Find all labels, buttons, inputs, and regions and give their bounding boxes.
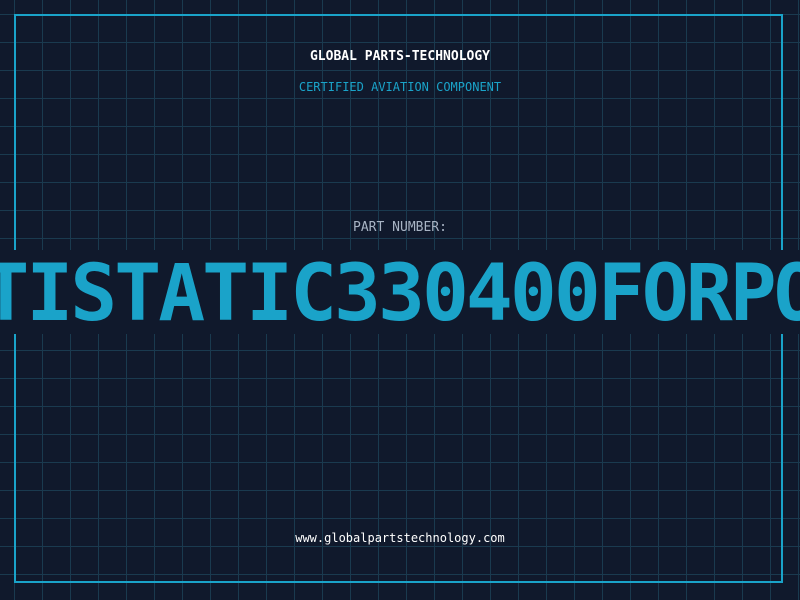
website-url: www.globalpartstechnology.com [295,531,505,545]
certification-subtitle: CERTIFIED AVIATION COMPONENT [298,80,502,94]
part-number-label: PART NUMBER: [353,220,447,235]
part-number-value: TISTATIC330400FORPO [0,250,800,334]
part-number-display: TISTATIC330400FORPO [0,250,800,334]
part-number-band: TISTATIC330400FORPO [0,250,800,334]
company-name: GLOBAL PARTS-TECHNOLOGY [309,49,490,64]
certificate-canvas: GLOBAL PARTS-TECHNOLOGY CERTIFIED AVIATI… [0,0,800,600]
